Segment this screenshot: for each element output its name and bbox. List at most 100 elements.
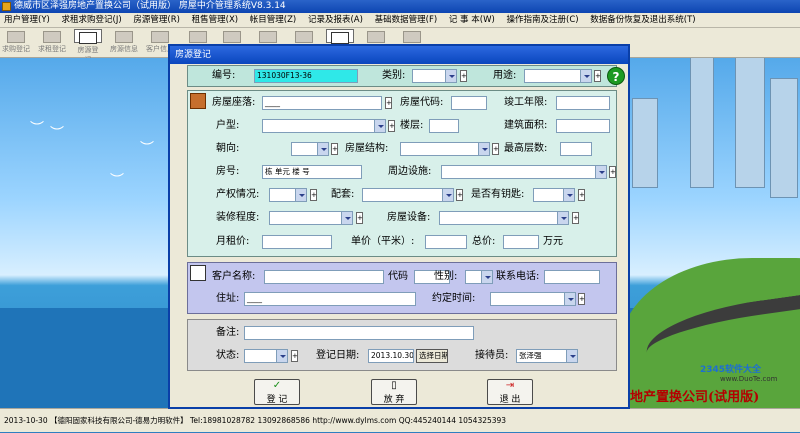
- location-add-button[interactable]: +: [385, 97, 392, 109]
- number-label: 编号:: [212, 70, 236, 81]
- status-add-button[interactable]: +: [291, 350, 298, 362]
- facility-add-button[interactable]: +: [572, 212, 579, 224]
- equipment-select[interactable]: [362, 188, 454, 202]
- unit-price-label: 单价（平米）:: [351, 236, 415, 247]
- structure-add-button[interactable]: +: [492, 143, 499, 155]
- register-button[interactable]: ✓ 登 记: [254, 379, 300, 405]
- property-select[interactable]: [269, 188, 307, 202]
- category-label: 类别:: [382, 70, 406, 81]
- listing-register-dialog: 房源登记 编号: 131030F13-36 类别: + 用途: + ? 房屋座落…: [168, 44, 630, 409]
- menu-base-data[interactable]: 基础数据管理(F): [371, 13, 443, 27]
- facility-select[interactable]: [439, 211, 569, 225]
- menu-listing[interactable]: 房源管理(R): [129, 13, 185, 27]
- menu-notepad[interactable]: 记 事 本(W): [445, 13, 500, 27]
- has-key-label: 是否有钥匙:: [471, 189, 525, 200]
- number-field[interactable]: 131030F13-36: [254, 69, 358, 83]
- chevron-down-icon: [341, 212, 352, 224]
- document-icon: [189, 31, 207, 43]
- house-icon: [79, 32, 97, 44]
- has-key-add-button[interactable]: +: [578, 189, 585, 201]
- type-select[interactable]: [262, 119, 386, 133]
- around-select[interactable]: [441, 165, 607, 179]
- has-key-select[interactable]: [533, 188, 575, 202]
- usage-select[interactable]: [524, 69, 592, 83]
- total-field[interactable]: [503, 235, 539, 249]
- decoration-label: 装修程度:: [216, 212, 260, 223]
- room-field[interactable]: 栋 单元 楼 号: [262, 165, 362, 179]
- location-field[interactable]: ____: [262, 96, 382, 110]
- exit-button[interactable]: ⇥ 退 出: [487, 379, 533, 405]
- usage-label: 用途:: [493, 70, 517, 81]
- year-field[interactable]: [556, 96, 610, 110]
- status-bar: 2013-10-30 【德阳固家科技有限公司-德易力明软件】 Tel:18981…: [0, 408, 800, 432]
- menu-rent-sale[interactable]: 租售管理(X): [188, 13, 243, 27]
- structure-label: 房屋结构:: [345, 143, 389, 154]
- equipment-add-button[interactable]: +: [456, 189, 463, 201]
- usage-add-button[interactable]: +: [594, 70, 601, 82]
- rent-field[interactable]: [262, 235, 332, 249]
- bird: ︶: [110, 173, 124, 189]
- chevron-down-icon: [478, 143, 489, 155]
- floor-label: 楼层:: [400, 120, 424, 131]
- menu-user[interactable]: 用户管理(Y): [0, 13, 55, 27]
- structure-select[interactable]: [400, 142, 490, 156]
- chevron-down-icon: [564, 293, 575, 305]
- toolbar-rent-register[interactable]: 求租登记: [38, 29, 66, 57]
- customer-name-field[interactable]: [264, 270, 384, 284]
- max-floor-field[interactable]: [560, 142, 592, 156]
- customer-icon: [151, 31, 169, 43]
- decoration-select[interactable]: [269, 211, 353, 225]
- toolbar-listing-register[interactable]: 房源登记: [74, 29, 102, 64]
- note-field[interactable]: [244, 326, 474, 340]
- address-field[interactable]: ____: [244, 292, 416, 306]
- customer-name-label: 客户名称:: [212, 271, 256, 282]
- agent-select[interactable]: 张泽强: [516, 349, 578, 363]
- help-icon[interactable]: ?: [607, 67, 625, 85]
- floor-field[interactable]: [429, 119, 459, 133]
- document-icon: ▯: [391, 380, 397, 391]
- dialog-title: 房源登记: [170, 46, 628, 64]
- menu-backup-exit[interactable]: 数据备份恢复及退出系统(T): [586, 13, 700, 27]
- toolbar-button-10[interactable]: [326, 29, 354, 44]
- menu-reports[interactable]: 记录及报表(A): [304, 13, 368, 27]
- category-select[interactable]: [412, 69, 457, 83]
- chevron-down-icon: [563, 189, 574, 201]
- chevron-down-icon: [557, 212, 568, 224]
- total-unit: 万元: [543, 236, 563, 247]
- chevron-down-icon: [295, 189, 306, 201]
- decoration-add-button[interactable]: +: [356, 212, 363, 224]
- code-field[interactable]: [451, 96, 487, 110]
- discard-button[interactable]: ▯ 放 弃: [371, 379, 417, 405]
- unit-price-field[interactable]: [425, 235, 467, 249]
- chevron-down-icon: [481, 271, 492, 283]
- address-label: 住址:: [216, 293, 240, 304]
- menu-demand[interactable]: 求租求购登记(J): [58, 13, 127, 27]
- toolbar-listing-info[interactable]: 房源信息: [110, 29, 138, 57]
- orientation-select[interactable]: [291, 142, 329, 156]
- appointment-add-button[interactable]: +: [578, 293, 585, 305]
- facility-label: 房屋设备:: [387, 212, 431, 223]
- note-label: 备注:: [216, 327, 240, 338]
- menu-guide[interactable]: 操作指南及注册(C): [503, 13, 584, 27]
- appointment-select[interactable]: [490, 292, 576, 306]
- exit-door-icon: ⇥: [505, 380, 515, 391]
- app-icon: [2, 2, 11, 11]
- choose-date-button[interactable]: 选择日期: [416, 349, 448, 363]
- register-icon: [43, 31, 61, 43]
- phone-field[interactable]: [544, 270, 600, 284]
- menu-accounts[interactable]: 帐目管理(Z): [246, 13, 301, 27]
- customer-section: 客户名称: 代码 性别: 联系电话: 住址: ____ 约定时间: +: [187, 262, 617, 314]
- category-add-button[interactable]: +: [460, 70, 467, 82]
- property-add-button[interactable]: +: [310, 189, 317, 201]
- status-select[interactable]: [244, 349, 288, 363]
- agent-label: 接待员:: [475, 350, 509, 361]
- sex-select[interactable]: [465, 270, 493, 284]
- area-field[interactable]: [556, 119, 610, 133]
- register-icon: [7, 31, 25, 43]
- date-field[interactable]: 2013.10.30: [368, 349, 414, 363]
- house-icon: [115, 31, 133, 43]
- orientation-add-button[interactable]: +: [331, 143, 338, 155]
- toolbar-buy-register[interactable]: 求购登记: [2, 29, 30, 57]
- around-add-button[interactable]: +: [609, 166, 616, 178]
- type-add-button[interactable]: +: [388, 120, 395, 132]
